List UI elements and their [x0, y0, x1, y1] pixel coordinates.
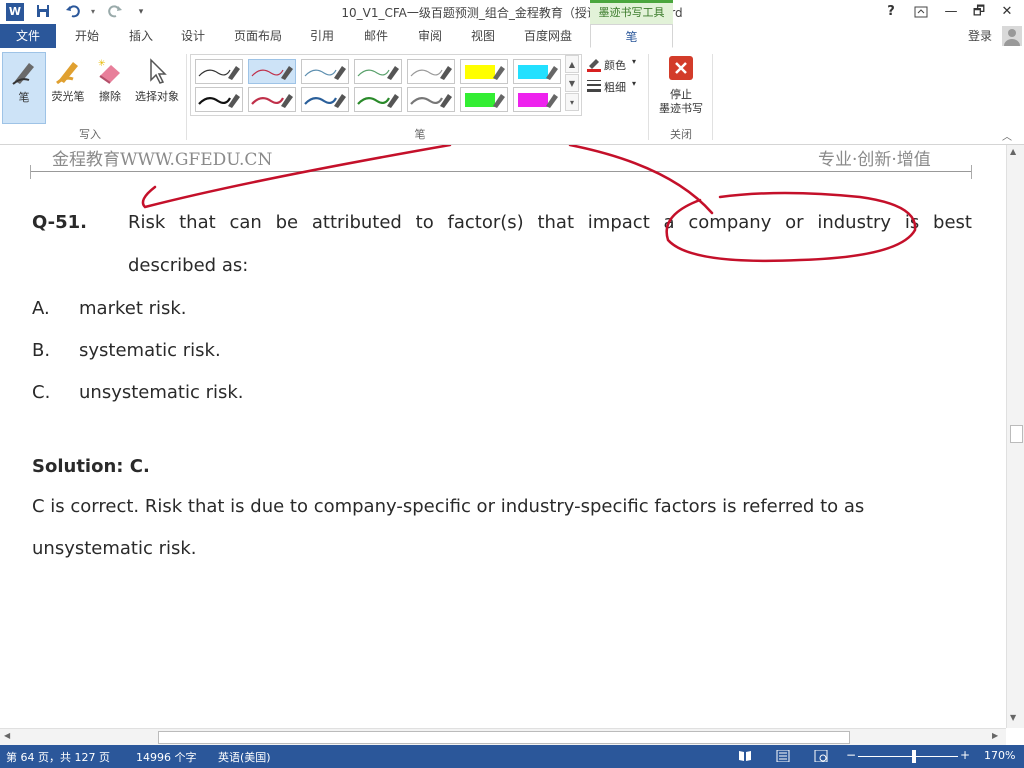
tab-mailings[interactable]: 邮件: [352, 24, 400, 48]
ribbon-tabs: 文件 开始 插入 设计 页面布局 引用 邮件 审阅 视图 百度网盘 笔 登录: [0, 24, 1024, 49]
avatar[interactable]: [1002, 26, 1022, 46]
pen-style-option[interactable]: [301, 59, 349, 84]
zoom-slider-track[interactable]: [858, 756, 958, 757]
pen-style-option[interactable]: [248, 59, 296, 84]
document-page[interactable]: 金程教育WWW.GFEDU.CN 专业·创新·增值 Q-51. Risk tha…: [0, 145, 1006, 728]
pen-style-option[interactable]: [301, 87, 349, 112]
minimize-button[interactable]: —: [938, 2, 964, 22]
pen-label: 笔: [18, 91, 30, 104]
print-layout-icon[interactable]: [776, 749, 790, 765]
pen-color-icon: [586, 56, 602, 75]
group-divider: [712, 54, 713, 140]
pen-button[interactable]: 笔: [2, 52, 46, 124]
gallery-scroll-up-icon[interactable]: ▲: [565, 55, 579, 73]
chevron-down-icon: ▾: [632, 57, 637, 66]
zoom-slider-thumb[interactable]: [912, 750, 916, 763]
horizontal-scroll-thumb[interactable]: [158, 731, 850, 744]
title-bar: W ▾ ▾ 10_V1_CFA一级百题预测_组合_金程教育（授课版）(1) - …: [0, 0, 1024, 24]
pen-style-option[interactable]: [513, 87, 561, 112]
pen-style-option[interactable]: [248, 87, 296, 112]
group-divider: [648, 54, 649, 140]
gallery-scroll-down-icon[interactable]: ▼: [565, 74, 579, 92]
pen-color-label: 颜色: [604, 59, 626, 72]
group-divider: [186, 54, 187, 140]
pen-style-option[interactable]: [407, 87, 455, 112]
eraser-icon: ✳: [95, 56, 125, 86]
pen-style-option[interactable]: [460, 87, 508, 112]
pen-style-gallery: [190, 54, 582, 116]
write-group-label: 写入: [79, 128, 101, 141]
vertical-scrollbar[interactable]: ▲ ▼: [1006, 145, 1024, 728]
svg-text:✳: ✳: [98, 59, 106, 69]
highlighter-button[interactable]: 荧光笔: [46, 52, 90, 124]
pen-color-button[interactable]: 颜色 ▾: [586, 54, 646, 74]
scroll-up-icon[interactable]: ▲: [1010, 147, 1016, 156]
highlighter-icon: [53, 56, 83, 86]
vertical-scroll-thumb[interactable]: [1010, 425, 1023, 443]
pen-style-option[interactable]: [354, 87, 402, 112]
pens-group-label: 笔: [414, 128, 426, 141]
pen-thickness-label: 粗细: [604, 81, 626, 94]
thickness-lines-icon: [586, 79, 602, 96]
read-mode-icon[interactable]: [738, 750, 752, 765]
tab-insert[interactable]: 插入: [116, 24, 166, 48]
stop-inking-button[interactable]: 停止 墨迹书写: [654, 52, 708, 124]
status-bar: 第 64 页，共 127 页 14996 个字 英语(美国) − + 170%: [0, 745, 1024, 768]
close-group-label: 关闭: [670, 128, 692, 141]
tab-baidu-netdisk[interactable]: 百度网盘: [510, 24, 586, 48]
eraser-label: 擦除: [99, 90, 121, 103]
word-count[interactable]: 14996 个字: [136, 749, 197, 765]
eraser-button[interactable]: ✳ 擦除: [88, 52, 132, 124]
pen-icon: [9, 57, 39, 87]
pen-style-option[interactable]: [513, 59, 561, 84]
tab-references[interactable]: 引用: [298, 24, 346, 48]
zoom-in-button[interactable]: +: [960, 748, 970, 762]
tab-home[interactable]: 开始: [62, 24, 112, 48]
pen-style-option[interactable]: [195, 59, 243, 84]
select-arrow-icon: [142, 56, 172, 86]
close-window-button[interactable]: ✕: [994, 2, 1020, 22]
ink-annotation: [141, 145, 917, 263]
scroll-right-icon[interactable]: ▶: [992, 731, 998, 740]
ribbon-display-options-icon[interactable]: [908, 2, 934, 22]
tab-pens[interactable]: 笔: [590, 24, 673, 48]
stop-inking-label-line2: 墨迹书写: [659, 102, 703, 115]
zoom-out-button[interactable]: −: [846, 748, 856, 762]
scroll-left-icon[interactable]: ◀: [4, 731, 10, 740]
close-red-icon: [666, 56, 696, 86]
tab-review[interactable]: 审阅: [406, 24, 454, 48]
stop-inking-label-line1: 停止: [670, 88, 692, 101]
sign-in-link[interactable]: 登录: [962, 24, 998, 48]
highlighter-label: 荧光笔: [51, 90, 85, 103]
pen-style-option[interactable]: [354, 59, 402, 84]
tab-view[interactable]: 视图: [460, 24, 506, 48]
web-layout-icon[interactable]: [814, 749, 828, 765]
collapse-ribbon-icon[interactable]: ︿: [1002, 128, 1012, 143]
scroll-down-icon[interactable]: ▼: [1010, 713, 1016, 722]
window-title: 10_V1_CFA一级百题预测_组合_金程教育（授课版）(1) - Word: [341, 6, 683, 20]
zoom-level[interactable]: 170%: [984, 749, 1015, 762]
gallery-more-icon[interactable]: ▾: [565, 93, 579, 111]
restore-button[interactable]: 🗗: [966, 2, 992, 22]
pen-style-option[interactable]: [195, 87, 243, 112]
tab-file[interactable]: 文件: [0, 24, 56, 48]
tab-page-layout[interactable]: 页面布局: [224, 24, 292, 48]
ink-tools-context-label: 墨迹书写工具: [590, 0, 673, 24]
page-count[interactable]: 第 64 页，共 127 页: [6, 749, 110, 765]
language-indicator[interactable]: 英语(美国): [218, 749, 271, 765]
horizontal-scrollbar[interactable]: ◀ ▶: [0, 728, 1006, 746]
ribbon: 笔 荧光笔 ✳ 擦除 选择对象 写入 ▲ ▼ ▾ 颜色 ▾ 粗细 ▾ 笔 停止 …: [0, 48, 1024, 145]
pen-style-option[interactable]: [460, 59, 508, 84]
select-objects-label: 选择对象: [135, 90, 179, 103]
pen-style-option[interactable]: [407, 59, 455, 84]
ink-stroke-arrow: [141, 145, 714, 215]
chevron-down-icon: ▾: [632, 79, 637, 88]
select-objects-button[interactable]: 选择对象: [130, 52, 184, 124]
pen-thickness-button[interactable]: 粗细 ▾: [586, 76, 646, 96]
tab-design[interactable]: 设计: [170, 24, 216, 48]
help-button[interactable]: ?: [878, 2, 904, 22]
